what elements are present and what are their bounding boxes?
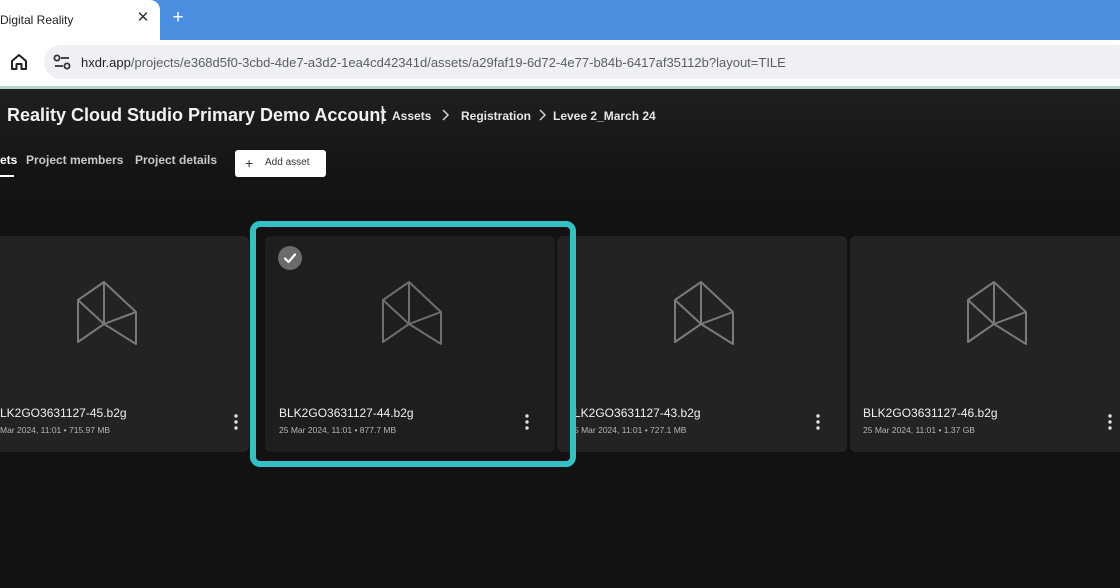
browser-tab[interactable]: Digital Reality ✕ [0,0,160,40]
hxdr-logo-icon [674,281,734,345]
tab-project-members[interactable]: Project members [26,153,123,167]
url-text: hxdr.app/projects/e368d5f0-3cbd-4de7-a3d… [81,55,786,70]
more-vertical-icon[interactable] [230,413,242,431]
plus-icon: + [245,155,254,171]
asset-tile[interactable]: LK2GO3631127-43.b2g 5 Mar 2024, 11:01 • … [557,236,847,452]
asset-name: LK2GO3631127-45.b2g [0,406,127,420]
add-asset-label: Add asset [265,157,310,168]
address-bar[interactable]: hxdr.app/projects/e368d5f0-3cbd-4de7-a3d… [44,45,1120,79]
project-title: Reality Cloud Studio Primary Demo Accoun… [7,105,387,125]
asset-tile[interactable]: LK2GO3631127-45.b2g Mar 2024, 11:01 • 71… [0,236,249,452]
asset-meta: 25 Mar 2024, 11:01 • 1.37 GB [863,425,975,435]
home-icon[interactable] [8,51,30,73]
browser-tab-bar: Digital Reality ✕ + [0,0,1120,40]
active-tab-indicator [0,175,14,177]
more-vertical-icon[interactable] [1104,413,1116,431]
chevron-right-icon [539,109,547,121]
asset-name: BLK2GO3631127-46.b2g [863,406,998,420]
tune-icon[interactable] [52,53,72,71]
title-separator: | [380,104,385,125]
url-path: /projects/e368d5f0-3cbd-4de7-a3d2-1ea4cd… [130,55,786,70]
asset-name: LK2GO3631127-43.b2g [574,406,701,420]
asset-tile[interactable]: BLK2GO3631127-46.b2g 25 Mar 2024, 11:01 … [850,236,1120,452]
add-asset-button[interactable]: + Add asset [235,150,326,177]
browser-toolbar: hxdr.app/projects/e368d5f0-3cbd-4de7-a3d… [0,40,1120,86]
tab-assets[interactable]: ets [0,153,17,167]
selection-highlight [250,221,576,467]
hxdr-logo-icon [77,281,137,345]
breadcrumb-current: Levee 2_March 24 [553,109,656,123]
breadcrumb-registration[interactable]: Registration [461,109,531,123]
tab-project-details[interactable]: Project details [135,153,217,167]
chevron-right-icon [442,109,450,121]
asset-meta: 5 Mar 2024, 11:01 • 727.1 MB [574,425,687,435]
browser-tab-title: Digital Reality [0,13,74,27]
close-tab-icon[interactable]: ✕ [134,9,152,27]
new-tab-button[interactable]: + [168,8,188,28]
url-host: hxdr.app [81,55,131,70]
breadcrumb-assets[interactable]: Assets [392,109,431,123]
asset-meta: Mar 2024, 11:01 • 715.97 MB [0,425,111,435]
hxdr-logo-icon [967,281,1027,345]
more-vertical-icon[interactable] [812,413,824,431]
